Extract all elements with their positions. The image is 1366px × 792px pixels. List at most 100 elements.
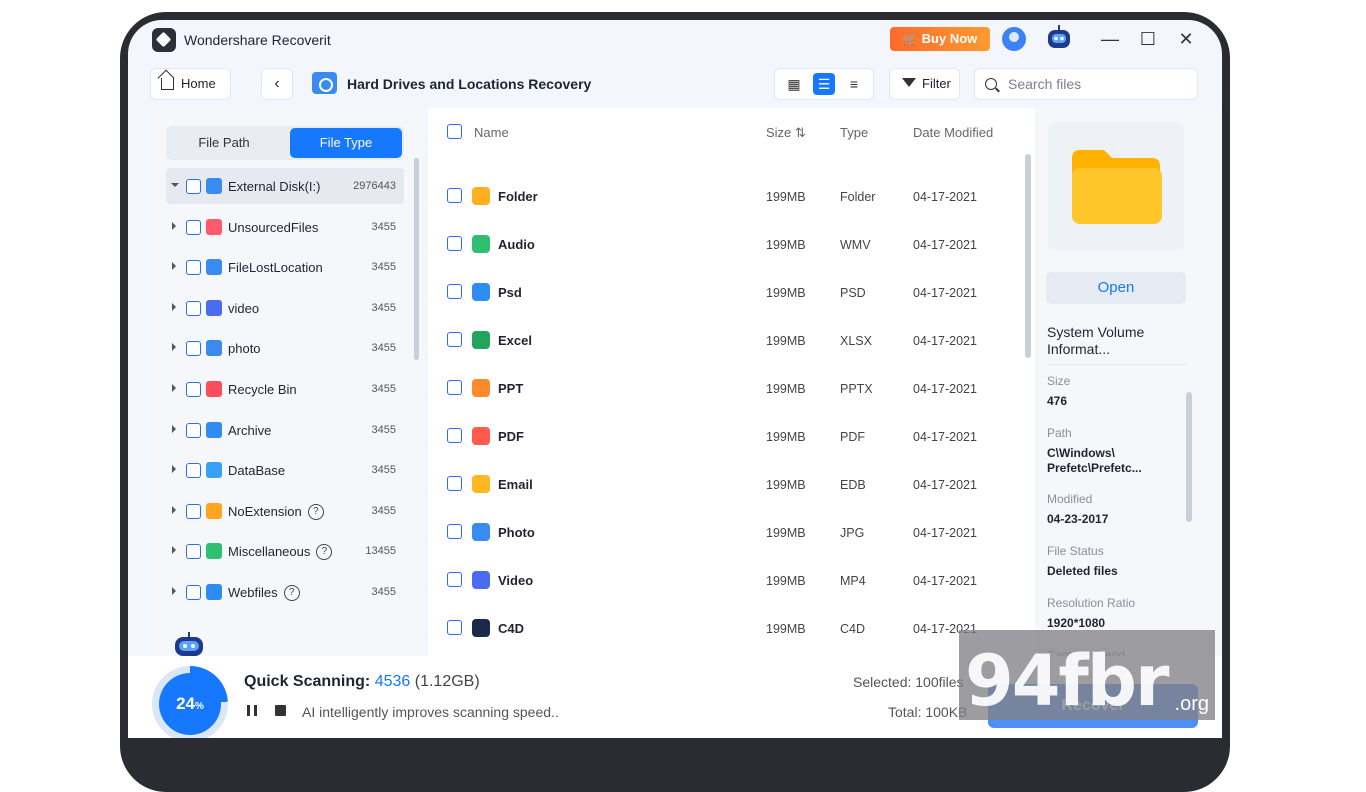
user-avatar-icon[interactable] [1002, 27, 1026, 51]
table-row[interactable]: Excel 199MB XLSX 04-17-2021 [428, 316, 1028, 364]
row-checkbox[interactable] [447, 524, 462, 539]
webfiles-icon [206, 584, 222, 600]
item-checkbox[interactable] [186, 585, 201, 600]
expand-arrow-icon[interactable] [172, 546, 176, 555]
sidebar-item-label: photo [228, 341, 261, 357]
expand-arrow-icon[interactable] [172, 384, 176, 392]
column-size[interactable]: Size ⇅ [766, 125, 806, 141]
sidebar-item[interactable]: Recycle Bin 3455 [166, 371, 404, 407]
table-row[interactable]: C4D 199MB C4D 04-17-2021 [428, 604, 1028, 652]
stop-icon[interactable] [275, 705, 286, 716]
detail-value: 04-23-2017 [1047, 512, 1109, 526]
tab-file-type[interactable]: File Type [290, 128, 402, 158]
row-checkbox[interactable] [447, 476, 462, 491]
detail-view-icon[interactable]: ☰ [813, 73, 835, 95]
expand-arrow-icon[interactable] [172, 302, 176, 311]
detail-value: C\Windows\ Prefetc\Prefetc... [1047, 446, 1142, 475]
open-button[interactable]: Open [1046, 272, 1186, 304]
view-mode-group: ▦ ☰ ≡ [774, 68, 874, 100]
item-checkbox[interactable] [186, 300, 201, 316]
help-icon[interactable]: ? [283, 585, 300, 601]
close-button[interactable]: ✕ [1174, 28, 1198, 52]
row-checkbox[interactable] [447, 332, 462, 347]
view-toggle: File Path File Type [166, 126, 404, 160]
sidebar-item[interactable]: FileLostLocation 3455 [166, 249, 404, 285]
item-checkbox[interactable] [186, 503, 201, 519]
filter-button[interactable]: Filter [889, 68, 960, 100]
pause-icon[interactable] [247, 705, 257, 716]
buy-now-button[interactable]: 🛒 Buy Now [890, 27, 990, 51]
list-view-icon[interactable]: ≡ [843, 73, 865, 95]
expand-arrow-icon[interactable] [172, 505, 176, 514]
row-checkbox[interactable] [447, 428, 462, 443]
table-row[interactable]: PDF 199MB PDF 04-17-2021 [428, 412, 1028, 460]
details-scrollbar[interactable] [1186, 392, 1192, 522]
grid-view-icon[interactable]: ▦ [783, 73, 805, 95]
item-checkbox[interactable] [186, 341, 201, 357]
file-type-cell: XLSX [840, 334, 872, 348]
location-pin-icon [206, 259, 222, 276]
expand-arrow-icon[interactable] [171, 183, 179, 187]
home-button[interactable]: Home [150, 68, 231, 100]
column-type[interactable]: Type [840, 125, 868, 140]
sidebar-item[interactable]: Miscellaneous? 13455 [166, 533, 404, 569]
item-checkbox[interactable] [186, 463, 201, 479]
sidebar-item-label: FileLostLocation [228, 260, 323, 276]
tab-file-path[interactable]: File Path [168, 128, 280, 158]
help-icon[interactable]: ? [307, 503, 324, 520]
help-icon[interactable]: ? [316, 544, 333, 561]
sidebar-scrollbar[interactable] [414, 158, 419, 360]
item-checkbox[interactable] [186, 382, 201, 397]
table-row[interactable]: Psd 199MB PSD 04-17-2021 [428, 268, 1028, 316]
robot-mascot-icon [175, 632, 203, 656]
column-name[interactable]: Name [474, 125, 509, 140]
folder-icon [472, 187, 490, 205]
sidebar-item[interactable]: External Disk(I:) 2976443 [166, 168, 404, 204]
column-date-modified[interactable]: Date Modified [913, 125, 993, 140]
select-all-checkbox[interactable] [447, 124, 462, 139]
minimize-button[interactable]: — [1098, 28, 1122, 52]
row-checkbox[interactable] [447, 188, 462, 203]
search-input[interactable]: Search files [974, 68, 1198, 100]
row-checkbox[interactable] [447, 284, 462, 299]
item-checkbox[interactable] [186, 179, 201, 194]
back-button[interactable]: ‹ [261, 68, 293, 100]
expand-arrow-icon[interactable] [172, 262, 176, 271]
expand-arrow-icon[interactable] [172, 343, 176, 352]
table-row[interactable]: Video 199MB MP4 04-17-2021 [428, 556, 1028, 604]
expand-arrow-icon[interactable] [172, 221, 176, 230]
item-checkbox[interactable] [186, 219, 201, 235]
file-list-scrollbar[interactable] [1025, 154, 1031, 358]
item-checkbox[interactable] [186, 544, 201, 560]
sidebar-item[interactable]: photo 3455 [166, 330, 404, 366]
expand-arrow-icon[interactable] [172, 424, 176, 433]
ppt-icon [472, 379, 490, 397]
file-type-cell: PDF [840, 430, 865, 444]
row-checkbox[interactable] [447, 380, 462, 395]
file-preview [1048, 122, 1184, 250]
row-checkbox[interactable] [447, 236, 462, 251]
sidebar-item-label: NoExtension? [228, 503, 324, 520]
sidebar-item-label: DataBase [228, 463, 286, 479]
item-checkbox[interactable] [186, 422, 201, 438]
table-row[interactable]: Photo 199MB JPG 04-17-2021 [428, 508, 1028, 556]
file-size-cell: 199MB [766, 478, 806, 492]
sidebar-item[interactable]: Webfiles? 3455 [166, 574, 404, 610]
sidebar-item[interactable]: video 3455 [166, 290, 404, 326]
table-row[interactable]: PPT 199MB PPTX 04-17-2021 [428, 364, 1028, 412]
sidebar-item[interactable]: DataBase 3455 [166, 452, 404, 488]
sidebar-item-label: Webfiles? [228, 585, 300, 601]
row-checkbox[interactable] [447, 620, 462, 635]
table-row[interactable]: Audio 199MB WMV 04-17-2021 [428, 220, 1028, 268]
maximize-button[interactable]: ☐ [1136, 28, 1160, 52]
row-checkbox[interactable] [447, 572, 462, 587]
expand-arrow-icon[interactable] [172, 587, 176, 595]
sidebar-item[interactable]: NoExtension? 3455 [166, 493, 404, 529]
table-row[interactable]: Folder 199MB Folder 04-17-2021 [428, 172, 1028, 220]
item-checkbox[interactable] [186, 260, 201, 276]
expand-arrow-icon[interactable] [172, 465, 176, 474]
sidebar-item[interactable]: Archive 3455 [166, 412, 404, 448]
robot-assistant-icon[interactable] [1044, 24, 1074, 52]
table-row[interactable]: Email 199MB EDB 04-17-2021 [428, 460, 1028, 508]
sidebar-item[interactable]: UnsourcedFiles 3455 [166, 209, 404, 245]
